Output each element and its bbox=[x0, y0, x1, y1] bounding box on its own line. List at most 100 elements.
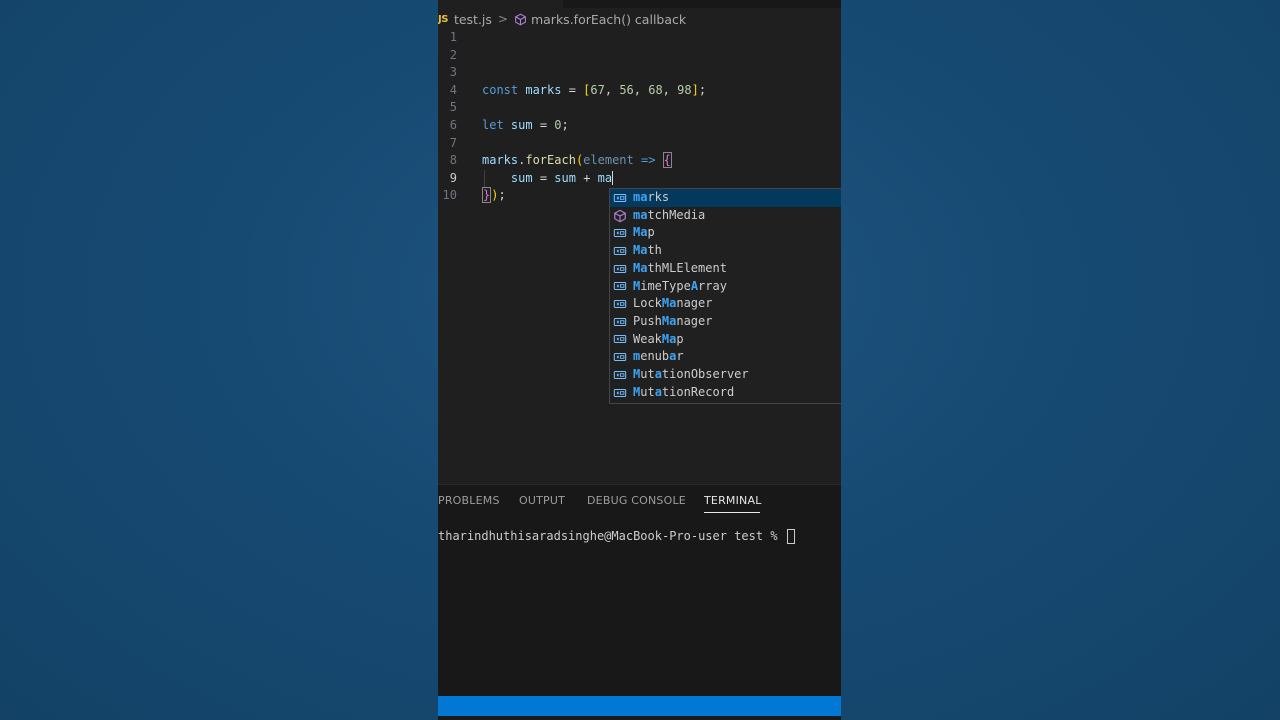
suggestion-item[interactable]: Math bbox=[610, 242, 841, 260]
tab-ghost bbox=[563, 0, 841, 8]
variable-icon bbox=[613, 315, 627, 329]
suggestion-label: MathMLElement bbox=[633, 260, 727, 278]
suggestion-item[interactable]: marks bbox=[610, 189, 841, 207]
variable-icon bbox=[613, 191, 627, 205]
code-token: const bbox=[482, 82, 526, 97]
match-highlight: a bbox=[654, 367, 662, 381]
code-token: sum bbox=[510, 170, 533, 185]
line-number: 3 bbox=[449, 65, 457, 80]
variable-icon bbox=[613, 226, 627, 240]
label-text: ut bbox=[640, 384, 655, 399]
suggestion-item[interactable]: MutationRecord bbox=[610, 384, 841, 402]
status-bar bbox=[438, 696, 841, 716]
text-cursor bbox=[612, 171, 614, 186]
line-number: 8 bbox=[449, 153, 457, 168]
variable-icon bbox=[613, 332, 627, 346]
line-number: 5 bbox=[449, 100, 457, 115]
editor-window: JS test.js > marks.forEach() callback 1 2… bbox=[438, 0, 841, 720]
label-text: p bbox=[676, 331, 684, 346]
suggestion-label: matchMedia bbox=[633, 207, 705, 225]
label-text: tionRecord bbox=[661, 384, 735, 399]
code-token: sum bbox=[554, 170, 576, 185]
suggestion-label: WeakMap bbox=[633, 331, 684, 349]
tab-strip bbox=[438, 0, 841, 8]
code-token: ma bbox=[597, 170, 613, 185]
js-file-icon: JS bbox=[438, 13, 448, 25]
tab-problems[interactable]: PROBLEMS bbox=[438, 494, 500, 507]
code-token: let bbox=[482, 118, 511, 132]
line-number: 6 bbox=[449, 118, 457, 132]
terminal-prompt[interactable]: tharindhuthisaradsinghe@MacBook-Pro-user… bbox=[438, 529, 795, 544]
code-token: 67 bbox=[590, 82, 605, 97]
label-text: Weak bbox=[633, 331, 662, 346]
suggestion-item[interactable]: PushManager bbox=[610, 313, 841, 331]
code-token: 56 bbox=[619, 82, 634, 97]
line-code: marks.forEach(element => { bbox=[482, 152, 672, 170]
code-line[interactable]: 3 bbox=[438, 64, 841, 82]
method-icon bbox=[613, 209, 627, 223]
terminal-cursor bbox=[786, 529, 795, 544]
breadcrumb-symbol[interactable]: marks.forEach() callback bbox=[531, 12, 686, 27]
label-text: tchMedia bbox=[647, 207, 706, 222]
suggestion-label: Math bbox=[633, 242, 662, 260]
match-highlight: Ma bbox=[633, 260, 648, 275]
code-token: ; bbox=[498, 188, 506, 203]
suggest-widget[interactable]: marks matchMedia Map Math MathMLElement MimeT… bbox=[609, 188, 841, 404]
suggestion-label: LockManager bbox=[633, 295, 712, 313]
active-tab-indicator bbox=[704, 512, 760, 513]
suggestion-item[interactable]: matchMedia bbox=[610, 207, 841, 225]
code-line[interactable]: 1 bbox=[438, 29, 841, 47]
tab-terminal[interactable]: TERMINAL bbox=[704, 494, 762, 507]
suggestion-item[interactable]: LockManager bbox=[610, 295, 841, 313]
breadcrumb-file[interactable]: test.js bbox=[454, 12, 492, 27]
suggestion-label: PushManager bbox=[633, 313, 712, 331]
match-highlight: ma bbox=[633, 190, 648, 204]
suggestion-item[interactable]: menubar bbox=[610, 348, 841, 366]
code-token: sum bbox=[510, 118, 533, 132]
line-number: 2 bbox=[449, 47, 457, 62]
line-number: 10 bbox=[442, 188, 457, 203]
tab-output[interactable]: OUTPUT bbox=[519, 494, 565, 507]
suggestion-item[interactable]: WeakMap bbox=[610, 331, 841, 349]
chevron-right-icon: > bbox=[497, 12, 508, 26]
code-line[interactable]: 8 marks.forEach(element => { bbox=[438, 152, 841, 170]
code-token: } bbox=[482, 187, 492, 204]
code-token: 68 bbox=[648, 82, 663, 97]
suggestion-label: MutationObserver bbox=[633, 366, 749, 384]
suggestion-item[interactable]: MutationObserver bbox=[610, 366, 841, 384]
breadcrumb: JS test.js > marks.forEach() callback bbox=[438, 9, 841, 29]
variable-icon bbox=[613, 244, 627, 258]
label-text: ut bbox=[640, 367, 655, 381]
code-token: ; bbox=[698, 82, 707, 97]
terminal-prompt-text: tharindhuthisaradsinghe@MacBook-Pro-user… bbox=[438, 529, 785, 543]
code-token: marks bbox=[525, 82, 562, 97]
label-text: th bbox=[647, 243, 662, 258]
tab-debug-console[interactable]: DEBUG CONSOLE bbox=[587, 494, 686, 507]
variable-icon bbox=[613, 262, 627, 276]
match-highlight: Ma bbox=[661, 331, 677, 346]
match-highlight: Ma bbox=[661, 296, 677, 311]
code-token: marks bbox=[482, 153, 519, 168]
label-text: r bbox=[676, 349, 684, 364]
code-line[interactable]: 9 sum = sum + ma bbox=[438, 170, 841, 188]
match-highlight: Ma bbox=[633, 243, 648, 258]
label-text: thMLElement bbox=[647, 260, 727, 275]
suggestion-label: Map bbox=[633, 224, 655, 242]
line-number: 1 bbox=[449, 30, 457, 44]
variable-icon bbox=[613, 386, 627, 400]
code-token: ] bbox=[691, 82, 699, 97]
code-line[interactable]: 4 const marks = [67, 56, 68, 98]; bbox=[438, 82, 841, 100]
suggestion-item[interactable]: MimeTypeArray bbox=[610, 278, 841, 296]
line-code: let sum = 0; bbox=[482, 117, 569, 135]
suggestion-item[interactable]: MathMLElement bbox=[610, 260, 841, 278]
code-token: 98 bbox=[677, 82, 692, 97]
suggestion-item[interactable]: Map bbox=[610, 224, 841, 242]
code-line[interactable]: 5 bbox=[438, 99, 841, 117]
line-number: 9 bbox=[449, 170, 457, 185]
code-line[interactable]: 7 bbox=[438, 135, 841, 153]
code-line[interactable]: 2 bbox=[438, 47, 841, 65]
code-line[interactable]: 6 let sum = 0; bbox=[438, 117, 841, 135]
suggestion-label: MutationRecord bbox=[633, 384, 734, 402]
match-highlight: Ma bbox=[661, 313, 677, 328]
